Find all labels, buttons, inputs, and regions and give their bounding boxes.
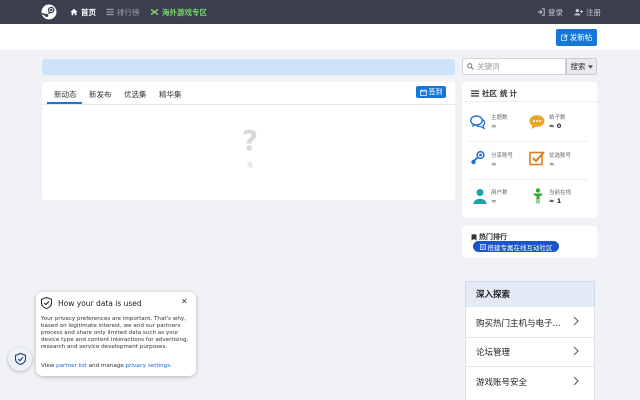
bookmark-icon: [471, 233, 477, 241]
stat-posts-label: 帖子数: [549, 115, 566, 121]
nav-ranking-label: 排行榜: [117, 7, 140, 17]
nav-ranking[interactable]: 排行榜: [106, 0, 140, 24]
new-post-label: 发新帖: [569, 33, 593, 42]
explore-divider: [466, 366, 594, 367]
stats-title-a: 社区: [482, 89, 497, 98]
stat-posts-value: ≈ 0: [549, 122, 561, 130]
privacy-title: How your data is used: [58, 299, 142, 308]
stat-topics-label: 主题数: [491, 115, 508, 121]
sign-in-icon: [537, 8, 545, 16]
stat-users-label: 用户数: [491, 190, 508, 196]
shield-icon: [41, 297, 52, 309]
gamepad-icon: [150, 9, 159, 15]
privacy-foot-suffix: .: [170, 363, 172, 369]
explore-item-buy-consoles[interactable]: 购买热门主机与电子...: [476, 317, 561, 329]
privacy-settings-button[interactable]: [8, 347, 32, 371]
steam-share-icon: [471, 150, 485, 165]
explore-item-forum-admin[interactable]: 论坛管理: [476, 346, 510, 358]
user-plus-icon: [574, 8, 583, 16]
explore-item-account-security[interactable]: 游戏账号安全: [476, 376, 527, 388]
close-icon[interactable]: ✕: [181, 297, 188, 306]
nav-login-label: 登录: [548, 7, 563, 17]
privacy-footer: View partner list and manage privacy set…: [41, 363, 172, 369]
chat-bubble-icon: [529, 115, 545, 129]
stat-shared-value: ∞: [491, 160, 497, 168]
edit-icon: [560, 34, 568, 41]
stats-row-divider: [469, 179, 588, 180]
stats-row-divider: [469, 141, 588, 142]
stat-preferred-label: 优选账号: [549, 153, 572, 159]
home-icon: [70, 8, 78, 16]
stat-preferred-value: ∞: [549, 160, 555, 168]
stat-online-number: 1: [556, 197, 562, 205]
nav-overseas-games[interactable]: 海外游戏专区: [150, 0, 207, 24]
tabs-divider: [42, 104, 455, 105]
checkbox-icon: [529, 151, 545, 166]
stat-online-prefix: ≈: [549, 197, 557, 205]
stats-divider: [462, 101, 597, 102]
stat-users-value: ∞: [491, 197, 497, 205]
search-box: [462, 58, 566, 75]
nav-overseas-label: 海外游戏专区: [162, 7, 207, 17]
nav-login[interactable]: 登录: [537, 0, 563, 24]
stat-posts-number: 0: [556, 122, 562, 130]
privacy-settings-link[interactable]: privacy settings: [126, 363, 171, 369]
search-icon: [467, 63, 474, 70]
search-input[interactable]: [477, 62, 563, 71]
tab-new-release[interactable]: 新发布: [89, 89, 112, 100]
nav-register-label: 注册: [586, 7, 601, 17]
explore-divider: [466, 337, 594, 338]
partner-list-link[interactable]: partner list: [56, 363, 87, 369]
new-post-button[interactable]: 发新帖: [556, 29, 597, 46]
list-icon: [471, 90, 479, 97]
nav-register[interactable]: 注册: [574, 0, 601, 24]
search-button[interactable]: 搜索: [566, 58, 597, 75]
sign-in-label: 签到: [428, 88, 443, 96]
empty-question-icon: ?: [241, 124, 259, 157]
explore-title: 深入探索: [476, 290, 511, 300]
chevron-right-icon: [573, 346, 579, 356]
chevron-right-icon: [573, 376, 579, 386]
shield-check-icon: [14, 353, 26, 365]
list-icon: [106, 8, 114, 16]
action-bar: [0, 24, 640, 50]
stat-online-label: 当前在线: [549, 190, 572, 196]
announcement-banner: [42, 59, 455, 75]
privacy-foot-mid: and manage: [86, 363, 126, 369]
calendar-icon: [419, 88, 427, 96]
user-icon: [473, 189, 487, 204]
privacy-foot-prefix: View: [41, 363, 57, 369]
stats-title-b: 统计: [500, 89, 519, 98]
nav-home-label: 首页: [81, 7, 96, 17]
hot-ranking-tag[interactable]: 搭建专属在线互动社区: [473, 241, 559, 252]
list-icon: [479, 243, 486, 250]
tab-featured[interactable]: 优选集: [124, 89, 147, 100]
chevron-right-icon: [573, 316, 579, 326]
empty-state-text: 无: [246, 162, 253, 169]
comments-icon: [470, 115, 486, 130]
caret-down-icon: [587, 64, 593, 69]
hot-ranking-tag-label: 搭建专属在线互动社区: [487, 243, 553, 252]
privacy-body: Your privacy preferences are important. …: [41, 316, 189, 350]
stat-online-value: ≈ 1: [549, 197, 561, 205]
steam-logo-icon[interactable]: [41, 4, 57, 20]
search-button-label: 搜索: [570, 62, 586, 71]
stat-shared-label: 分享账号: [491, 153, 514, 159]
tab-latest[interactable]: 新动态: [54, 89, 77, 100]
nav-home[interactable]: 首页: [70, 0, 96, 24]
tab-essence[interactable]: 精华集: [159, 89, 182, 100]
online-person-icon: [533, 188, 543, 204]
sign-in-button[interactable]: 签到: [416, 86, 446, 98]
stat-posts-prefix: ≈: [549, 122, 557, 130]
stat-topics-value: ∞: [491, 122, 497, 130]
stats-title: 社区 统计: [471, 88, 519, 99]
active-tab-indicator: [47, 102, 82, 104]
